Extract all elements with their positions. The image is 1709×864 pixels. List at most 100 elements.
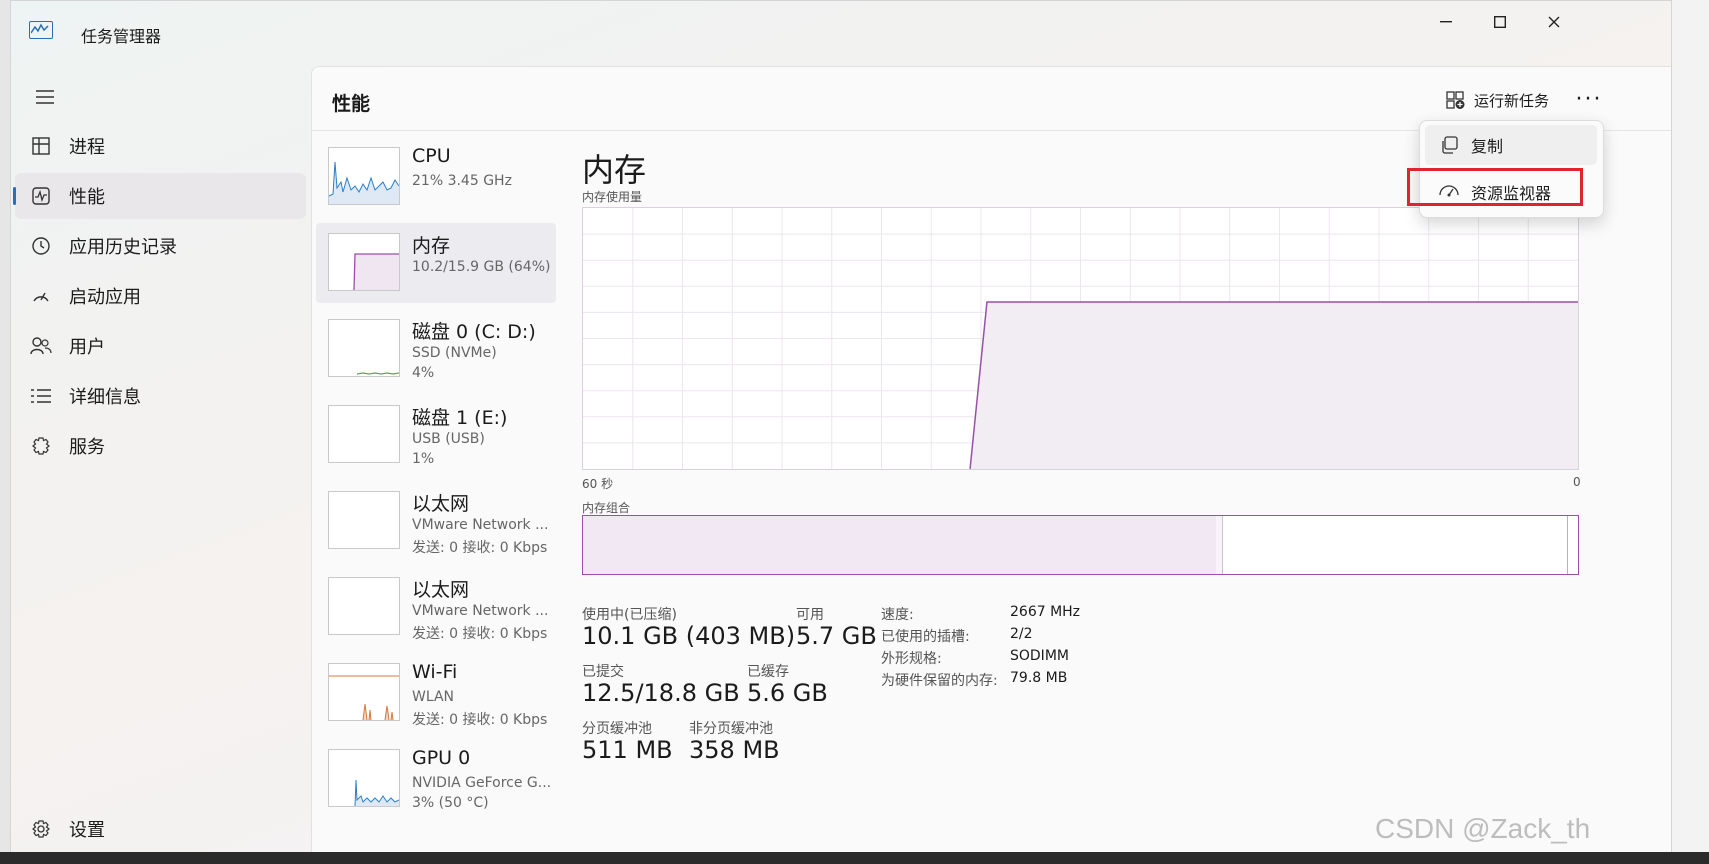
device-item-memory[interactable]: 内存 10.2/15.9 GB (64%) [316,223,556,303]
committed-value: 12.5/18.8 GB [582,679,740,707]
run-new-task-button[interactable]: 运行新任务 [1446,83,1549,117]
available-label: 可用 [796,607,824,623]
maximize-button[interactable] [1473,7,1527,37]
graph-axis-right-label: 0 [1573,475,1581,489]
device-name: 磁盘 1 (E:) [412,407,508,429]
device-detail: SSD (NVMe) [412,345,497,361]
form-factor-label: 外形规格: [881,651,942,667]
window-title: 任务管理器 [81,27,162,46]
device-item-cpu[interactable]: CPU 21% 3.45 GHz [316,137,556,217]
composition-modified-segment [1215,516,1223,574]
resource-monitor-highlight-box [1407,168,1583,206]
more-options-button[interactable]: ··· [1567,79,1611,119]
slots-used-value: 2/2 [1010,626,1033,642]
more-icon: ··· [1575,86,1603,112]
taskbar-strip [0,852,1709,864]
device-name: GPU 0 [412,747,471,769]
details-icon [29,384,53,408]
device-detail: 10.2/15.9 GB (64%) [412,259,551,275]
device-name: 磁盘 0 (C: D:) [412,321,536,343]
device-throughput: 发送: 0 接收: 0 Kbps [412,540,548,556]
device-item-ethernet-2[interactable]: 以太网 VMware Network ... 发送: 0 接收: 0 Kbps [316,567,556,647]
services-icon [29,434,53,458]
memory-thumbnail-graph [328,233,400,291]
history-icon [29,234,53,258]
run-new-task-label: 运行新任务 [1474,91,1550,110]
cpu-thumbnail-graph [328,147,400,205]
sidebar-item-performance[interactable]: 性能 [13,173,306,219]
sidebar-item-label: 应用历史记录 [69,237,177,258]
memory-composition-label: 内存组合 [582,501,631,515]
page-title: 性能 [332,93,371,115]
device-item-disk-0[interactable]: 磁盘 0 (C: D:) SSD (NVMe) 4% [316,309,556,389]
device-detail: NVIDIA GeForce G... [412,775,552,791]
memory-composition-bar [582,515,1579,575]
device-name: 以太网 [412,493,470,515]
form-factor-value: SODIMM [1010,648,1069,664]
startup-icon [29,284,53,308]
device-throughput: 发送: 0 接收: 0 Kbps [412,626,548,642]
slots-used-label: 已使用的插槽: [881,629,970,645]
sidebar-item-startup-apps[interactable]: 启动应用 [15,273,306,319]
watermark: CSDN @Zack_th [1375,813,1591,844]
memory-usage-area [970,301,1578,469]
gpu-thumbnail-graph [328,749,400,807]
memory-usage-label: 内存使用量 [582,190,643,204]
device-name: 以太网 [412,579,470,601]
sidebar-item-label: 用户 [69,337,105,358]
copy-icon [1439,136,1459,154]
run-task-icon [1446,91,1465,109]
sidebar-item-services[interactable]: 服务 [15,423,306,469]
device-item-wifi[interactable]: Wi-Fi WLAN 发送: 0 接收: 0 Kbps [316,653,556,733]
graph-axis-left-label: 60 秒 [582,477,614,491]
paged-pool-value: 511 MB [582,736,673,764]
in-use-label: 使用中(已压缩) [582,607,677,623]
sidebar-item-label: 性能 [69,187,105,208]
device-detail: VMware Network ... [412,603,549,619]
speed-label: 速度: [881,607,914,623]
settings-label: 设置 [69,820,105,841]
memory-title: 内存 [582,151,647,189]
cached-value: 5.6 GB [747,679,828,707]
gear-icon [29,817,53,841]
desktop-background-left [0,0,10,864]
device-item-disk-1[interactable]: 磁盘 1 (E:) USB (USB) 1% [316,395,556,475]
device-name: CPU [412,145,451,167]
nonpaged-pool-label: 非分页缓冲池 [689,721,773,737]
device-detail: VMware Network ... [412,517,549,533]
sidebar-item-users[interactable]: 用户 [15,323,306,369]
sidebar-item-app-history[interactable]: 应用历史记录 [15,223,306,269]
available-value: 5.7 GB [796,622,877,650]
sidebar-item-processes[interactable]: 进程 [15,123,306,169]
performance-icon [29,184,53,208]
device-name: 内存 [412,235,451,257]
sidebar-item-label: 启动应用 [69,287,141,308]
committed-label: 已提交 [582,664,624,680]
speed-value: 2667 MHz [1010,604,1081,620]
ethernet-1-thumbnail-graph [328,491,400,549]
menu-item-copy[interactable]: 复制 [1425,125,1597,165]
disk-1-thumbnail-graph [328,405,400,463]
disk-0-thumbnail-graph [328,319,400,377]
device-item-gpu-0[interactable]: GPU 0 NVIDIA GeForce G... 3% (50 °C) [316,739,556,819]
close-button[interactable] [1527,7,1581,37]
paged-pool-label: 分页缓冲池 [582,721,652,737]
device-usage: 4% [412,365,435,381]
hardware-reserved-label: 为硬件保留的内存: [881,673,998,689]
sidebar-item-details[interactable]: 详细信息 [15,373,306,419]
hamburger-menu-button[interactable] [27,83,63,111]
sidebar-item-label: 服务 [69,437,105,458]
device-item-ethernet-1[interactable]: 以太网 VMware Network ... 发送: 0 接收: 0 Kbps [316,481,556,561]
sidebar-item-label: 进程 [69,137,105,158]
sidebar-item-label: 详细信息 [69,387,141,408]
composition-in-use-segment [583,516,1217,574]
device-detail: WLAN [412,689,455,705]
users-icon [29,334,53,358]
task-manager-window: 任务管理器 进程 性能 应用历史记录 启动应用 用户 详细信息 服务 设置 性能… [10,0,1672,856]
device-name: Wi-Fi [412,661,458,683]
minimize-button[interactable] [1419,7,1473,37]
device-usage: 1% [412,451,435,467]
processes-icon [29,134,53,158]
task-manager-app-icon [29,21,53,39]
sidebar-item-settings[interactable]: 设置 [15,807,305,851]
